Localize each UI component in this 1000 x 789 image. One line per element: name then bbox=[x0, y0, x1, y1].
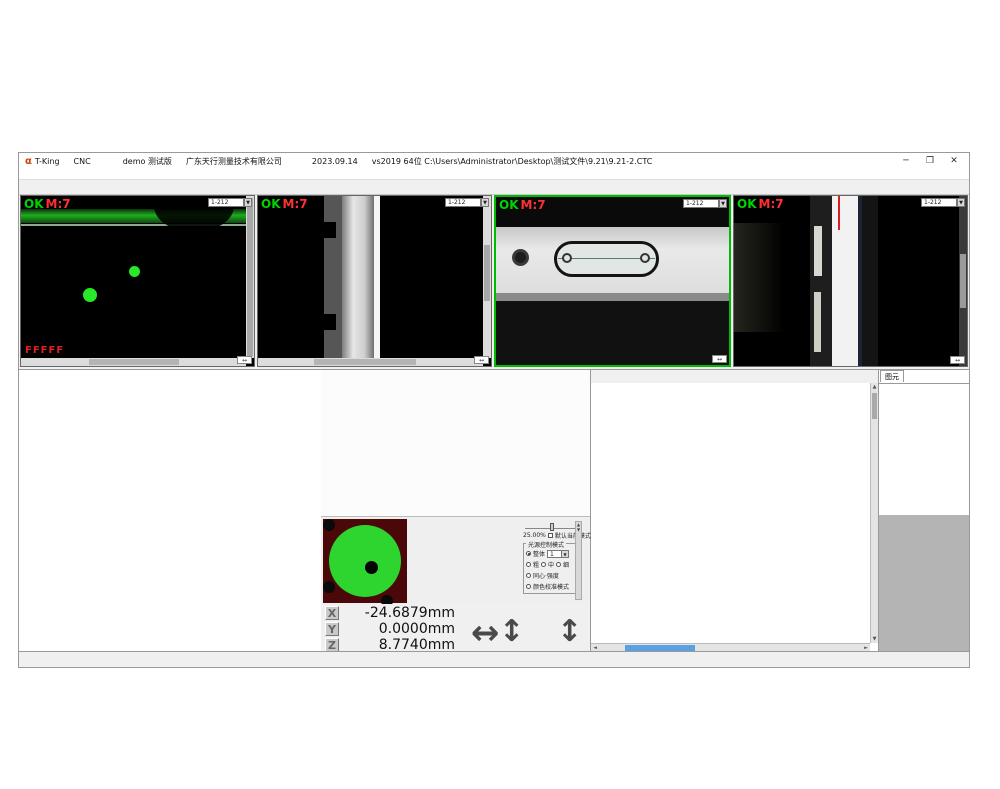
cam1-vscrollbar[interactable] bbox=[246, 196, 254, 358]
cam3-resize-button[interactable]: ↔ bbox=[712, 355, 727, 363]
jog-horizontal-arrows[interactable]: ↔ bbox=[471, 618, 500, 648]
concentric-radio[interactable] bbox=[526, 573, 531, 578]
default-mode-checkbox[interactable] bbox=[548, 533, 553, 538]
cam2-vscrollbar[interactable] bbox=[483, 196, 491, 358]
app-window: α T-King CNC demo 测试版 广东天行测量技术有限公司 2023.… bbox=[18, 152, 970, 668]
channel-select[interactable]: 1▼ bbox=[547, 550, 569, 558]
cam1-resize-button[interactable]: ↔ bbox=[237, 356, 252, 364]
dro-panel: X-24.6879mm Y0.0000mm Z8.7740mm ↔ ↕ ↕ ╱ bbox=[321, 604, 590, 653]
light-mode-group: 光源控制模式 整体 1▼ 粗 中 细 同心·强度 颜色校准模式 bbox=[523, 543, 582, 594]
cam1-m-label: M:7 bbox=[46, 197, 71, 211]
camera-row: OKM:7 FFFFF 1-212▼ ↔ OKM:7 1-212▼ ↔ bbox=[20, 195, 968, 367]
app-name: T-King bbox=[35, 157, 60, 166]
ring-light-circle[interactable] bbox=[329, 525, 401, 597]
ring-light-preview[interactable] bbox=[323, 519, 407, 603]
chevron-down-icon[interactable]: ▼ bbox=[957, 198, 965, 207]
lower-region: 25.00% 默认当前模式 光源控制模式 整体 1▼ 粗 中 细 同心·强度 颜… bbox=[19, 369, 969, 653]
statusbar bbox=[19, 651, 969, 667]
x-axis-icon: X bbox=[325, 606, 339, 620]
brightness-slider[interactable] bbox=[525, 521, 580, 529]
cam1-ok-label: OK bbox=[24, 197, 44, 211]
measurement-table bbox=[591, 383, 870, 643]
overall-label: 整体 bbox=[533, 549, 545, 558]
app-logo-icon: α bbox=[25, 156, 32, 167]
tool-icon-grid bbox=[321, 370, 590, 516]
chevron-down-icon[interactable]: ▼ bbox=[481, 198, 489, 207]
toolbar bbox=[19, 180, 969, 195]
chevron-down-icon[interactable]: ▼ bbox=[719, 199, 727, 208]
cam2-range-dropdown[interactable]: 1-212▼ bbox=[445, 198, 481, 207]
cam1-range-dropdown[interactable]: 1-212▼ bbox=[208, 198, 244, 207]
cam4-m-label: M:7 bbox=[759, 197, 784, 211]
color-mode-radio[interactable] bbox=[526, 584, 531, 589]
light-sliders bbox=[425, 519, 521, 603]
table-vscrollbar[interactable]: ▲▼ bbox=[870, 383, 878, 643]
cam1-hscrollbar[interactable] bbox=[21, 358, 246, 366]
z-axis-icon: Z bbox=[325, 638, 339, 652]
camera-view-2[interactable]: OKM:7 1-212▼ ↔ bbox=[257, 195, 492, 367]
cam3-ok-label: OK bbox=[499, 198, 519, 212]
cam2-m-label: M:7 bbox=[283, 197, 308, 211]
ring-select-buttons bbox=[409, 519, 423, 603]
cam1-extra-label: FFFFF bbox=[25, 345, 64, 356]
cam2-ok-label: OK bbox=[261, 197, 281, 211]
fine-radio[interactable] bbox=[556, 562, 561, 567]
file-path-label: vs2019 64位 C:\Users\Administrator\Deskto… bbox=[372, 156, 653, 167]
jog-controls: ↔ ↕ ↕ ╱ bbox=[471, 610, 587, 654]
chevron-down-icon[interactable]: ▼ bbox=[561, 551, 568, 557]
maximize-button[interactable]: ❐ bbox=[919, 153, 941, 169]
close-button[interactable]: ✕ bbox=[943, 153, 965, 169]
measurement-panel: ▲▼ ◄► bbox=[591, 369, 879, 653]
chevron-down-icon[interactable]: ▼ bbox=[244, 198, 252, 207]
feature-lists bbox=[19, 369, 321, 653]
cam2-hscrollbar[interactable] bbox=[258, 358, 483, 366]
y-axis-icon: Y bbox=[325, 622, 339, 636]
light-options: 25.00% 默认当前模式 光源控制模式 整体 1▼ 粗 中 细 同心·强度 颜… bbox=[523, 519, 582, 602]
build-label: demo 测试版 bbox=[123, 156, 172, 167]
overall-radio[interactable] bbox=[526, 551, 531, 556]
cam2-resize-button[interactable]: ↔ bbox=[474, 356, 489, 364]
tab-element[interactable]: 图元 bbox=[880, 370, 904, 382]
cam3-m-label: M:7 bbox=[521, 198, 546, 212]
app-mode: CNC bbox=[74, 157, 91, 166]
cam4-vscrollbar[interactable] bbox=[959, 196, 967, 366]
options-scrollbar[interactable]: ▲▼ bbox=[575, 521, 582, 600]
camera-view-3-active[interactable]: OKM:7 1-212▼ ↔ bbox=[494, 195, 731, 367]
coarse-radio[interactable] bbox=[526, 562, 531, 567]
titlebar: α T-King CNC demo 测试版 广东天行测量技术有限公司 2023.… bbox=[19, 153, 969, 169]
camera-view-1[interactable]: OKM:7 FFFFF 1-212▼ ↔ bbox=[20, 195, 255, 367]
y-axis-value: 0.0000mm bbox=[343, 621, 455, 637]
element-panel: 图元 bbox=[879, 369, 969, 653]
element-panel-filler bbox=[879, 515, 969, 653]
x-axis-value: -24.6879mm bbox=[343, 605, 455, 621]
company-label: 广东天行测量技术有限公司 bbox=[186, 156, 282, 167]
jog-z-arrows[interactable]: ↕ bbox=[557, 610, 582, 654]
brightness-percent: 25.00% bbox=[523, 532, 546, 539]
toolbox-panel: 25.00% 默认当前模式 光源控制模式 整体 1▼ 粗 中 细 同心·强度 颜… bbox=[321, 369, 591, 653]
measurement-tabs bbox=[591, 370, 878, 383]
default-mode-label: 默认当前模式 bbox=[555, 531, 591, 540]
menubar bbox=[19, 169, 969, 180]
light-mode-group-title: 光源控制模式 bbox=[526, 540, 566, 549]
camera-view-4[interactable]: OKM:7 1-212▼ ↔ bbox=[733, 195, 968, 367]
minimize-button[interactable]: ─ bbox=[895, 153, 917, 169]
ring-light-center-dot bbox=[365, 561, 378, 574]
cam4-resize-button[interactable]: ↔ bbox=[950, 356, 965, 364]
light-control-panel: 25.00% 默认当前模式 光源控制模式 整体 1▼ 粗 中 细 同心·强度 颜… bbox=[321, 516, 590, 604]
jog-vertical-arrows[interactable]: ↕ bbox=[499, 610, 524, 654]
mid-radio[interactable] bbox=[541, 562, 546, 567]
cam3-range-dropdown[interactable]: 1-212▼ bbox=[683, 199, 719, 208]
cam4-range-dropdown[interactable]: 1-212▼ bbox=[921, 198, 957, 207]
cam4-ok-label: OK bbox=[737, 197, 757, 211]
date-label: 2023.09.14 bbox=[312, 157, 358, 166]
